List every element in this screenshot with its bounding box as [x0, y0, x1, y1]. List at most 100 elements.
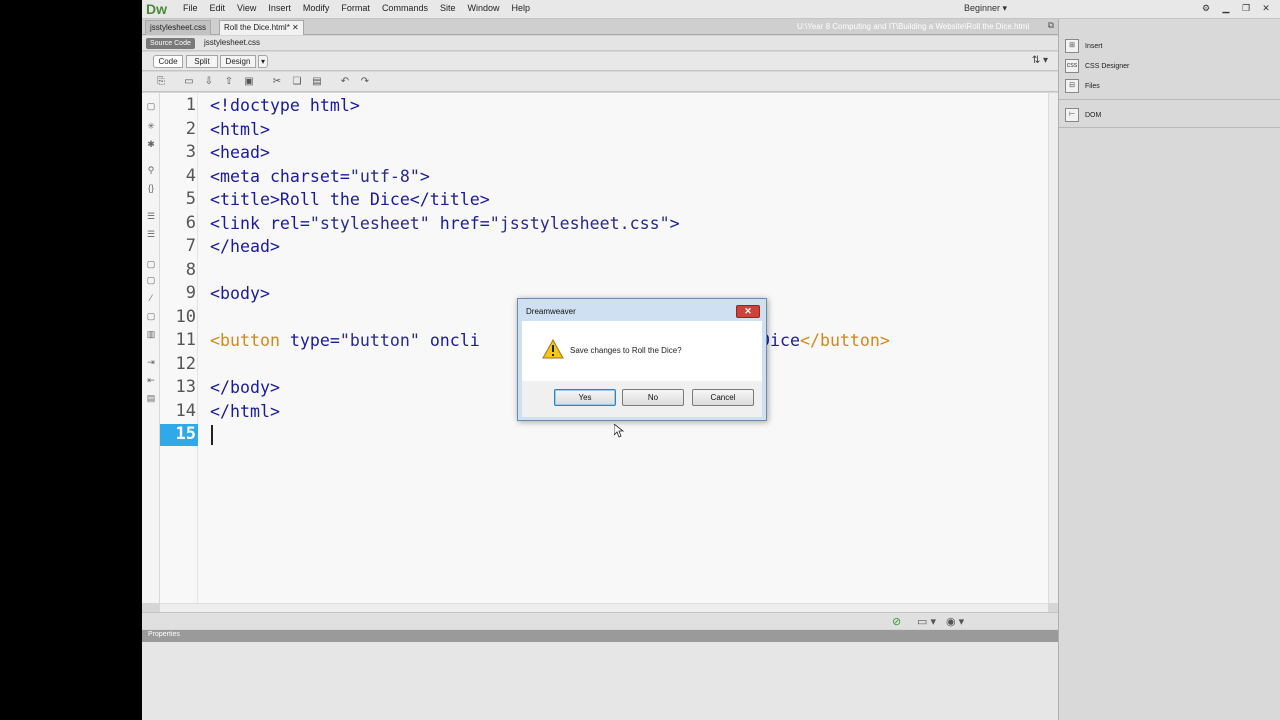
live-view-icon[interactable]: ◉ ▾ [946, 615, 964, 628]
related-file-link[interactable]: jsstylesheet.css [204, 38, 260, 47]
code-view-button[interactable]: Code [153, 55, 183, 68]
code-line-1: <!doctype html> [210, 96, 360, 115]
vertical-scrollbar[interactable] [1048, 93, 1058, 603]
paste-icon[interactable]: ▤ [310, 75, 324, 89]
code-token: "stylesheet" [309, 214, 430, 233]
menu-insert[interactable]: Insert [262, 3, 297, 13]
move-css-icon[interactable]: ▥ [144, 327, 158, 341]
yes-button[interactable]: Yes [554, 389, 616, 406]
view-mode-bar: Code Split Design ▾ ⇅ ▾ [142, 52, 1058, 71]
upload-icon[interactable]: ⇧ [222, 75, 236, 89]
file-transfer-icon[interactable]: ⇅ ▾ [1032, 55, 1048, 66]
outdent-icon[interactable]: ⇤ [144, 373, 158, 387]
apply-comment-icon[interactable]: ▢ [144, 257, 158, 271]
menu-window[interactable]: Window [461, 3, 505, 13]
code-token: "utf-8" [349, 167, 420, 186]
indent-icon[interactable]: ⇥ [144, 355, 158, 369]
restore-icon[interactable]: ⧉ [1048, 20, 1054, 31]
code-token: "jsstylesheet.css" [489, 214, 670, 233]
format-source-icon[interactable]: ▤ [144, 391, 158, 405]
menu-help[interactable]: Help [505, 3, 536, 13]
source-code-button[interactable]: Source Code [146, 38, 195, 49]
menu-modify[interactable]: Modify [297, 3, 336, 13]
window-size-icon[interactable]: ▭ ▾ [917, 615, 936, 628]
sync-settings-icon[interactable]: ⚙ [1198, 2, 1214, 14]
line-number: 4 [185, 166, 196, 186]
close-window-button[interactable]: ✕ [1258, 2, 1274, 14]
select-parent-tag-icon[interactable]: ⚲ [144, 163, 158, 177]
save-icon[interactable]: ▣ [242, 75, 256, 89]
horizontal-scrollbar[interactable] [160, 603, 1048, 612]
menu-bar: Dw File Edit View Insert Modify Format C… [142, 0, 1280, 19]
coding-toolbar: ▢ ✳ ✱ ⚲ {} ☰ ☰ ▢ ▢ ⁄ ▢ ▥ ⇥ ⇤ ▤ [142, 93, 160, 603]
design-dropdown-icon[interactable]: ▾ [258, 55, 268, 68]
panel-css-designer-label: CSS Designer [1085, 62, 1130, 70]
code-token: oncli [419, 331, 480, 350]
collapse-tag-icon[interactable]: ✳ [144, 119, 158, 133]
menu-site[interactable]: Site [434, 3, 462, 13]
workspace-switcher[interactable]: Beginner ▾ [964, 3, 1007, 14]
code-line-3: <head> [210, 143, 270, 162]
code-line-11: <button type="button" oncli [210, 331, 480, 350]
related-files-bar: Source Code jsstylesheet.css [142, 36, 1058, 51]
code-line-14: </html> [210, 402, 280, 421]
panel-files[interactable]: ⊟ Files [1065, 77, 1100, 95]
expand-all-icon[interactable]: ✱ [144, 137, 158, 151]
no-errors-icon[interactable]: ⊘ [892, 615, 901, 628]
recent-snippets-icon[interactable]: ▢ [144, 309, 158, 323]
line-number: 14 [175, 401, 196, 421]
line-number: 8 [185, 260, 196, 280]
menu-items: File Edit View Insert Modify Format Comm… [177, 3, 536, 13]
dialog-close-button[interactable]: ✕ [736, 305, 760, 318]
document-toolbar: ⎘ ▭ ⇩ ⇧ ▣ ✂ ❏ ▤ ↶ ↷ [142, 72, 1058, 92]
window-controls: ⚙ ▁ ❐ ✕ [1198, 2, 1274, 14]
dialog-footer: Yes No Cancel [522, 381, 762, 417]
code-line-5: <title>Roll the Dice</title> [210, 190, 490, 209]
balance-braces-icon[interactable]: {} [144, 181, 158, 195]
status-bar: ⊘ ▭ ▾ ◉ ▾ [142, 612, 1058, 629]
open-icon[interactable]: ▭ [182, 75, 196, 89]
copy-icon[interactable]: ❏ [290, 75, 304, 89]
new-document-icon[interactable]: ⎘ [154, 75, 168, 89]
redo-icon[interactable]: ↷ [358, 75, 372, 89]
design-view-button[interactable]: Design [220, 55, 256, 68]
split-view-button[interactable]: Split [186, 55, 218, 68]
active-line-number: 15 [160, 424, 198, 446]
menu-commands[interactable]: Commands [376, 3, 434, 13]
download-icon[interactable]: ⇩ [202, 75, 216, 89]
cancel-button[interactable]: Cancel [692, 389, 754, 406]
undo-icon[interactable]: ↶ [338, 75, 352, 89]
no-button[interactable]: No [622, 389, 684, 406]
panel-dom[interactable]: ⊢ DOM [1065, 106, 1101, 124]
cut-icon[interactable]: ✂ [270, 75, 284, 89]
properties-title[interactable]: Properties [148, 631, 180, 638]
minimize-button[interactable]: ▁ [1218, 2, 1234, 14]
line-number: 5 [185, 189, 196, 209]
menu-file[interactable]: File [177, 3, 204, 13]
remove-comment-icon[interactable]: ▢ [144, 273, 158, 287]
code-token: <button [210, 331, 280, 350]
document-tabs: jsstylesheet.css Roll the Dice.html* ✕ U… [142, 19, 1058, 35]
properties-panel-header: Properties [142, 630, 1058, 642]
code-line-13: </body> [210, 378, 280, 397]
close-tab-icon[interactable]: ✕ [292, 23, 299, 32]
line-number: 2 [185, 119, 196, 139]
maximize-button[interactable]: ❐ [1238, 2, 1254, 14]
menu-view[interactable]: View [231, 3, 262, 13]
files-icon: ⊟ [1065, 79, 1079, 93]
code-line-7: </head> [210, 237, 280, 256]
line-numbers-icon[interactable]: ☰ [144, 209, 158, 223]
highlight-invalid-icon[interactable]: ☰ [144, 227, 158, 241]
menu-edit[interactable]: Edit [204, 3, 232, 13]
code-token: </button> [799, 331, 890, 350]
panel-css-designer[interactable]: css CSS Designer [1065, 57, 1129, 75]
open-documents-icon[interactable]: ▢ [144, 99, 158, 113]
tab-jsstylesheet[interactable]: jsstylesheet.css [145, 20, 212, 35]
css-icon: css [1065, 59, 1079, 73]
chevron-down-icon: ▾ [1002, 3, 1008, 13]
panel-insert[interactable]: ⊞ Insert [1065, 37, 1103, 55]
line-number: 13 [175, 377, 196, 397]
tab-roll-the-dice[interactable]: Roll the Dice.html* ✕ [219, 20, 304, 35]
menu-format[interactable]: Format [335, 3, 376, 13]
wrap-tag-icon[interactable]: ⁄ [144, 291, 158, 305]
